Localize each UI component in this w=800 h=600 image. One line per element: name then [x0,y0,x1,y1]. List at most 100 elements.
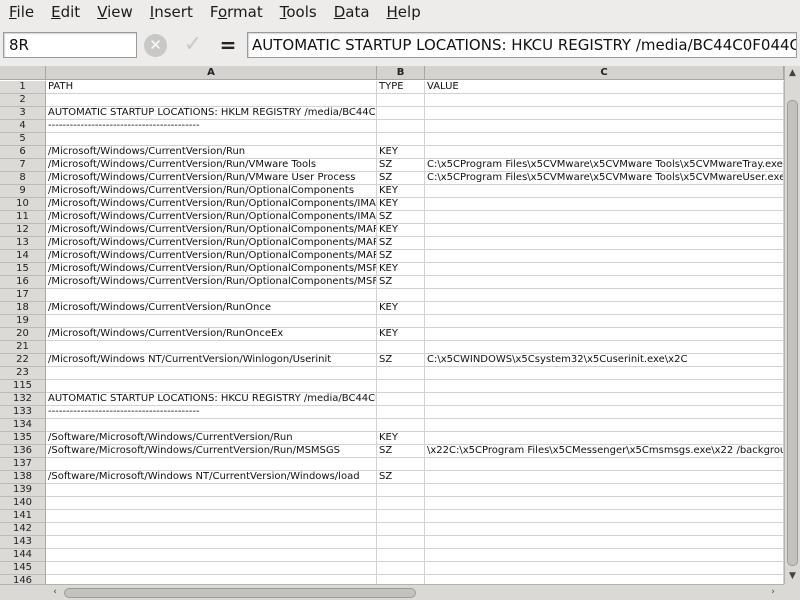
menu-view[interactable]: View [88,0,141,24]
cell-b[interactable] [377,484,425,497]
cell-b[interactable] [377,393,425,406]
cell-b[interactable]: KEY [377,224,425,237]
cell-c[interactable] [425,497,784,510]
cell-c[interactable] [425,523,784,536]
row-header[interactable]: 1 [0,81,46,94]
cell-b[interactable]: TYPE [377,81,425,94]
cell-c[interactable] [425,458,784,471]
cell-c[interactable] [425,120,784,133]
cell-b[interactable] [377,289,425,302]
cell-c[interactable] [425,224,784,237]
cell-c[interactable] [425,302,784,315]
scroll-down-icon[interactable]: ▼ [785,569,800,583]
cell-c[interactable] [425,484,784,497]
cell-a[interactable]: /Microsoft/Windows/CurrentVersion/RunOnc… [46,302,377,315]
cell-b[interactable] [377,406,425,419]
cell-b[interactable]: SZ [377,471,425,484]
cell-c[interactable] [425,471,784,484]
menu-tools[interactable]: Tools [271,0,325,24]
cell-c[interactable] [425,198,784,211]
menu-insert[interactable]: Insert [141,0,201,24]
function-equals-icon[interactable]: = [218,32,238,58]
cell-b[interactable] [377,120,425,133]
cell-a[interactable] [46,536,377,549]
row-header[interactable]: 16 [0,276,46,289]
cell-a[interactable]: /Microsoft/Windows/CurrentVersion/Run/Op… [46,237,377,250]
cell-c[interactable] [425,536,784,549]
row-header[interactable]: 20 [0,328,46,341]
row-header[interactable]: 9 [0,185,46,198]
select-all-corner[interactable] [0,66,46,80]
cell-a[interactable]: /Microsoft/Windows/CurrentVersion/Run/Op… [46,185,377,198]
cell-a[interactable]: /Microsoft/Windows NT/CurrentVersion/Win… [46,354,377,367]
cell-b[interactable] [377,458,425,471]
cell-c[interactable]: VALUE [425,81,784,94]
cell-a[interactable] [46,315,377,328]
column-header-a[interactable]: A [46,66,377,80]
cell-c[interactable] [425,510,784,523]
cell-c[interactable] [425,133,784,146]
row-header[interactable]: 3 [0,107,46,120]
cell-a[interactable] [46,497,377,510]
cell-b[interactable] [377,562,425,575]
cell-b[interactable]: KEY [377,432,425,445]
row-header[interactable]: 18 [0,302,46,315]
row-header[interactable]: 11 [0,211,46,224]
cell-a[interactable] [46,458,377,471]
cell-a[interactable] [46,419,377,432]
cell-a[interactable]: /Software/Microsoft/Windows/CurrentVersi… [46,432,377,445]
cell-b[interactable]: SZ [377,172,425,185]
cell-c[interactable] [425,419,784,432]
cell-c[interactable] [425,276,784,289]
cell-a[interactable]: ----------------------------------------… [46,406,377,419]
scroll-left-icon[interactable]: ‹ [48,585,62,600]
menu-format[interactable]: Format [201,0,271,24]
row-header[interactable]: 140 [0,497,46,510]
cell-b[interactable]: KEY [377,263,425,276]
cell-a[interactable]: /Microsoft/Windows/CurrentVersion/Run/Op… [46,198,377,211]
cell-b[interactable] [377,94,425,107]
row-header[interactable]: 8 [0,172,46,185]
cell-a[interactable] [46,94,377,107]
cell-a[interactable]: /Microsoft/Windows/CurrentVersion/Run/VM… [46,172,377,185]
menu-help[interactable]: Help [378,0,429,24]
cell-b[interactable]: KEY [377,328,425,341]
row-header[interactable]: 145 [0,562,46,575]
cell-a[interactable]: /Microsoft/Windows/CurrentVersion/Run/Op… [46,211,377,224]
cell-a[interactable]: AUTOMATIC STARTUP LOCATIONS: HKLM REGIST… [46,107,377,120]
cell-a[interactable] [46,289,377,302]
cell-a[interactable]: /Microsoft/Windows/CurrentVersion/Run/Op… [46,250,377,263]
cell-c[interactable] [425,432,784,445]
menu-file[interactable]: File [0,0,42,24]
cell-c[interactable] [425,328,784,341]
row-header[interactable]: 135 [0,432,46,445]
row-header[interactable]: 13 [0,237,46,250]
cell-b[interactable] [377,107,425,120]
cell-b[interactable]: SZ [377,159,425,172]
cell-c[interactable] [425,250,784,263]
scroll-right-icon[interactable]: › [766,585,780,600]
row-header[interactable]: 133 [0,406,46,419]
cell-c[interactable]: C:\x5CProgram Files\x5CVMware\x5CVMware … [425,159,784,172]
row-header[interactable]: 6 [0,146,46,159]
row-header[interactable]: 143 [0,536,46,549]
vertical-scroll-thumb[interactable] [787,100,798,566]
cell-b[interactable] [377,510,425,523]
cell-b[interactable] [377,419,425,432]
row-header[interactable]: 17 [0,289,46,302]
cell-a[interactable] [46,380,377,393]
cell-c[interactable] [425,406,784,419]
cell-a[interactable]: /Microsoft/Windows/CurrentVersion/Run/Op… [46,263,377,276]
cell-b[interactable]: KEY [377,198,425,211]
cell-b[interactable]: SZ [377,445,425,458]
cell-a[interactable] [46,523,377,536]
cell-a[interactable] [46,562,377,575]
cell-a[interactable] [46,549,377,562]
cell-b[interactable] [377,497,425,510]
row-header[interactable]: 144 [0,549,46,562]
cancel-icon[interactable]: ✕ [144,34,167,57]
cell-a[interactable]: /Microsoft/Windows/CurrentVersion/Run/VM… [46,159,377,172]
row-header[interactable]: 19 [0,315,46,328]
row-header[interactable]: 10 [0,198,46,211]
horizontal-scroll-thumb[interactable] [64,588,416,598]
